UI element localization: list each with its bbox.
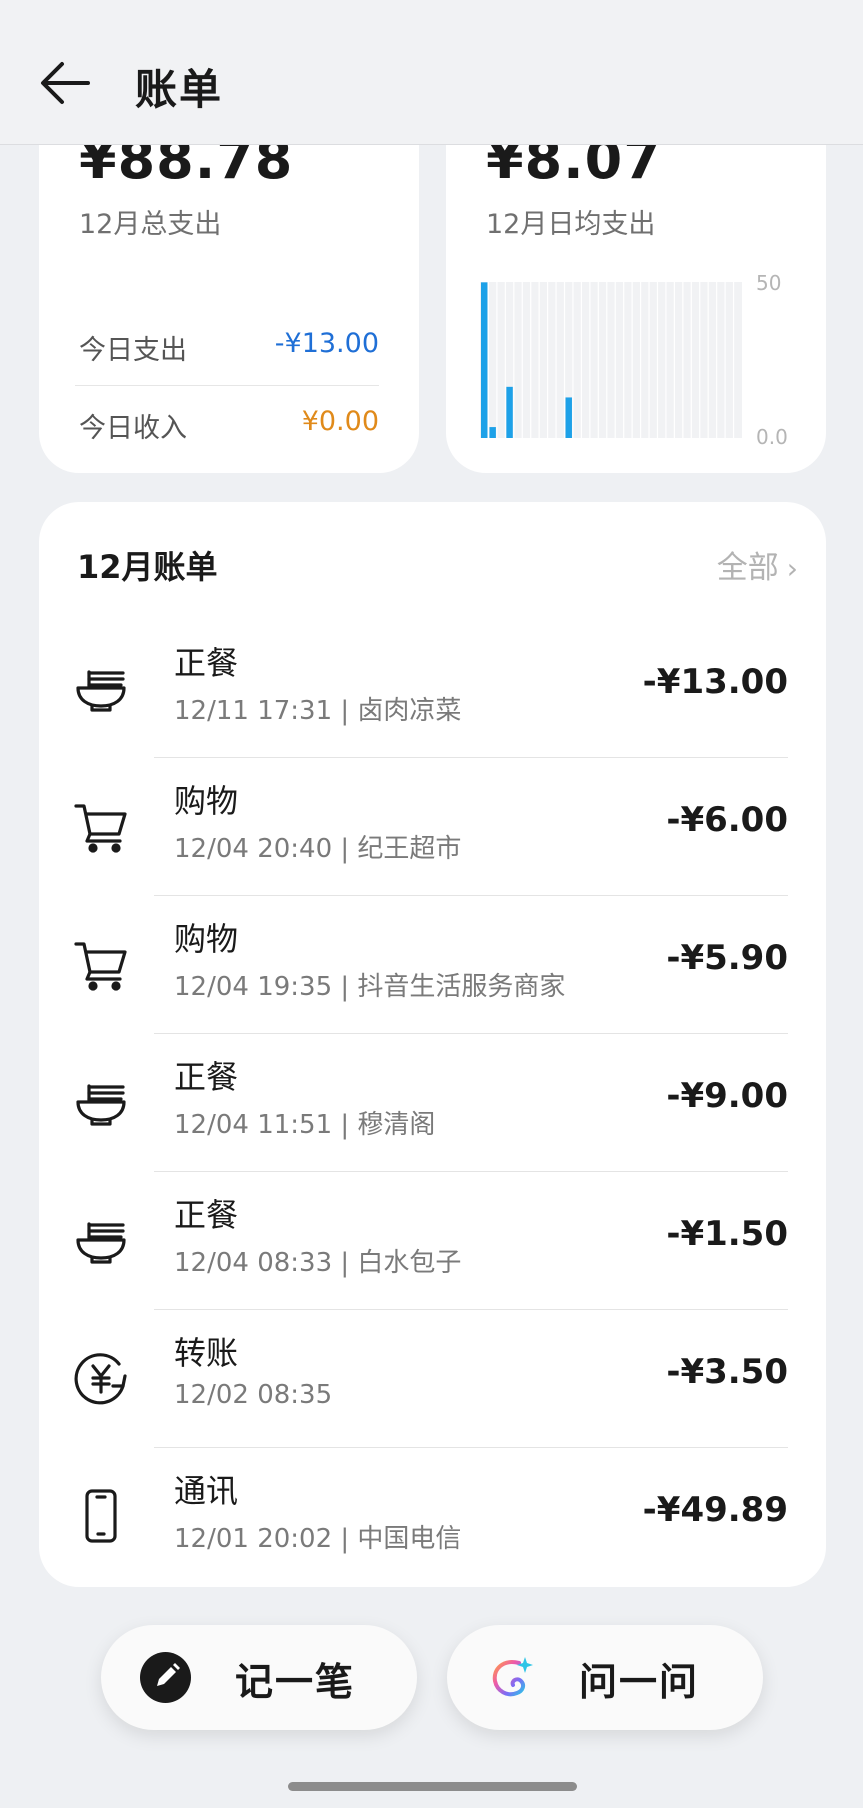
total-label: 12月总支出 xyxy=(79,209,222,240)
today-expense-label: 今日支出 xyxy=(79,335,187,366)
bill-meta: 12/02 08:35 xyxy=(174,1380,333,1410)
bill-amount: -¥5.90 xyxy=(666,938,788,978)
chart-bar-day-4 xyxy=(506,386,513,438)
bill-row[interactable]: 购物 12/04 19:35 | 抖音生活服务商家 -¥5.90 xyxy=(39,896,826,1034)
bill-category: 转账 xyxy=(174,1334,239,1372)
back-arrow-icon[interactable] xyxy=(38,58,94,108)
home-indicator[interactable] xyxy=(288,1782,577,1791)
bill-row[interactable]: 通讯 12/01 20:02 | 中国电信 -¥49.89 xyxy=(39,1448,826,1586)
view-all-label: 全部 xyxy=(716,550,779,586)
bill-category: 正餐 xyxy=(174,1196,239,1234)
bill-meta: 12/04 11:51 | 穆清阁 xyxy=(174,1110,436,1140)
ask-button[interactable]: 问一问 xyxy=(447,1625,763,1730)
bill-amount: -¥3.50 xyxy=(666,1352,788,1392)
bill-row[interactable]: 转账 12/02 08:35 -¥3.50 xyxy=(39,1310,826,1448)
ask-label: 问一问 xyxy=(579,1660,700,1704)
bill-amount: -¥13.00 xyxy=(642,662,788,702)
top-bar: 账单 xyxy=(0,0,863,145)
chart-bar-day-2 xyxy=(489,427,496,438)
phone-icon xyxy=(73,1488,129,1544)
bill-meta: 12/11 17:31 | 卤肉凉菜 xyxy=(174,696,462,726)
today-income-label: 今日收入 xyxy=(79,413,187,444)
view-all-link[interactable]: 全部 › xyxy=(717,542,798,587)
bowl-icon xyxy=(73,660,129,716)
bill-row[interactable]: 购物 12/04 20:40 | 纪王超市 -¥6.00 xyxy=(39,758,826,896)
bill-meta: 12/04 08:33 | 白水包子 xyxy=(174,1248,462,1278)
bowl-icon xyxy=(73,1212,129,1268)
transfer-icon xyxy=(73,1350,129,1406)
chart-bar-day-1 xyxy=(481,282,488,438)
bill-category: 购物 xyxy=(174,782,239,820)
today-income-row: 今日收入 ¥0.00 xyxy=(79,406,379,450)
record-button[interactable]: 记一笔 xyxy=(101,1625,417,1730)
bowl-icon xyxy=(73,1074,129,1130)
chart-plot-area xyxy=(480,282,742,438)
record-label: 记一笔 xyxy=(235,1660,356,1704)
bill-amount: -¥9.00 xyxy=(666,1076,788,1116)
pencil-icon xyxy=(140,1652,191,1703)
bill-meta: 12/04 19:35 | 抖音生活服务商家 xyxy=(174,972,566,1002)
chevron-right-icon: › xyxy=(786,552,798,585)
today-income-value: ¥0.00 xyxy=(301,406,379,437)
bill-row[interactable]: 正餐 12/11 17:31 | 卤肉凉菜 -¥13.00 xyxy=(39,620,826,758)
bill-meta: 12/04 20:40 | 纪王超市 xyxy=(174,834,462,864)
daily-label: 12月日均支出 xyxy=(486,209,656,240)
bill-category: 正餐 xyxy=(174,1058,239,1096)
page-title: 账单 xyxy=(135,65,224,114)
daily-spending-chart: 50 0.0 xyxy=(480,270,810,450)
monthly-total-card[interactable]: ¥88.78 12月总支出 今日支出 -¥13.00 今日收入 ¥0.00 xyxy=(39,100,419,473)
bill-category: 购物 xyxy=(174,920,239,958)
cart-icon xyxy=(73,936,129,992)
cart-icon xyxy=(73,798,129,854)
bill-row[interactable]: 正餐 12/04 08:33 | 白水包子 -¥1.50 xyxy=(39,1172,826,1310)
daily-average-card[interactable]: ¥8.07 12月日均支出 50 0.0 xyxy=(446,100,826,473)
monthly-bills-card: 12月账单 全部 › 正餐 12/11 17:31 | 卤肉凉菜 -¥13.00 … xyxy=(39,502,826,1587)
chart-ytick-min: 0.0 xyxy=(756,425,788,449)
bill-amount: -¥1.50 xyxy=(666,1214,788,1254)
bills-section-title: 12月账单 xyxy=(77,548,218,586)
chart-bar-day-11 xyxy=(565,397,572,438)
chart-ytick-max: 50 xyxy=(756,271,781,295)
bill-row[interactable]: 正餐 12/04 11:51 | 穆清阁 -¥9.00 xyxy=(39,1034,826,1172)
divider xyxy=(75,385,379,386)
ai-assistant-icon xyxy=(489,1655,535,1701)
today-expense-value: -¥13.00 xyxy=(274,328,379,359)
bill-category: 正餐 xyxy=(174,644,239,682)
bill-amount: -¥49.89 xyxy=(642,1490,788,1530)
bill-meta: 12/01 20:02 | 中国电信 xyxy=(174,1524,462,1554)
bill-category: 通讯 xyxy=(174,1472,239,1510)
bill-amount: -¥6.00 xyxy=(666,800,788,840)
today-expense-row: 今日支出 -¥13.00 xyxy=(79,328,379,372)
